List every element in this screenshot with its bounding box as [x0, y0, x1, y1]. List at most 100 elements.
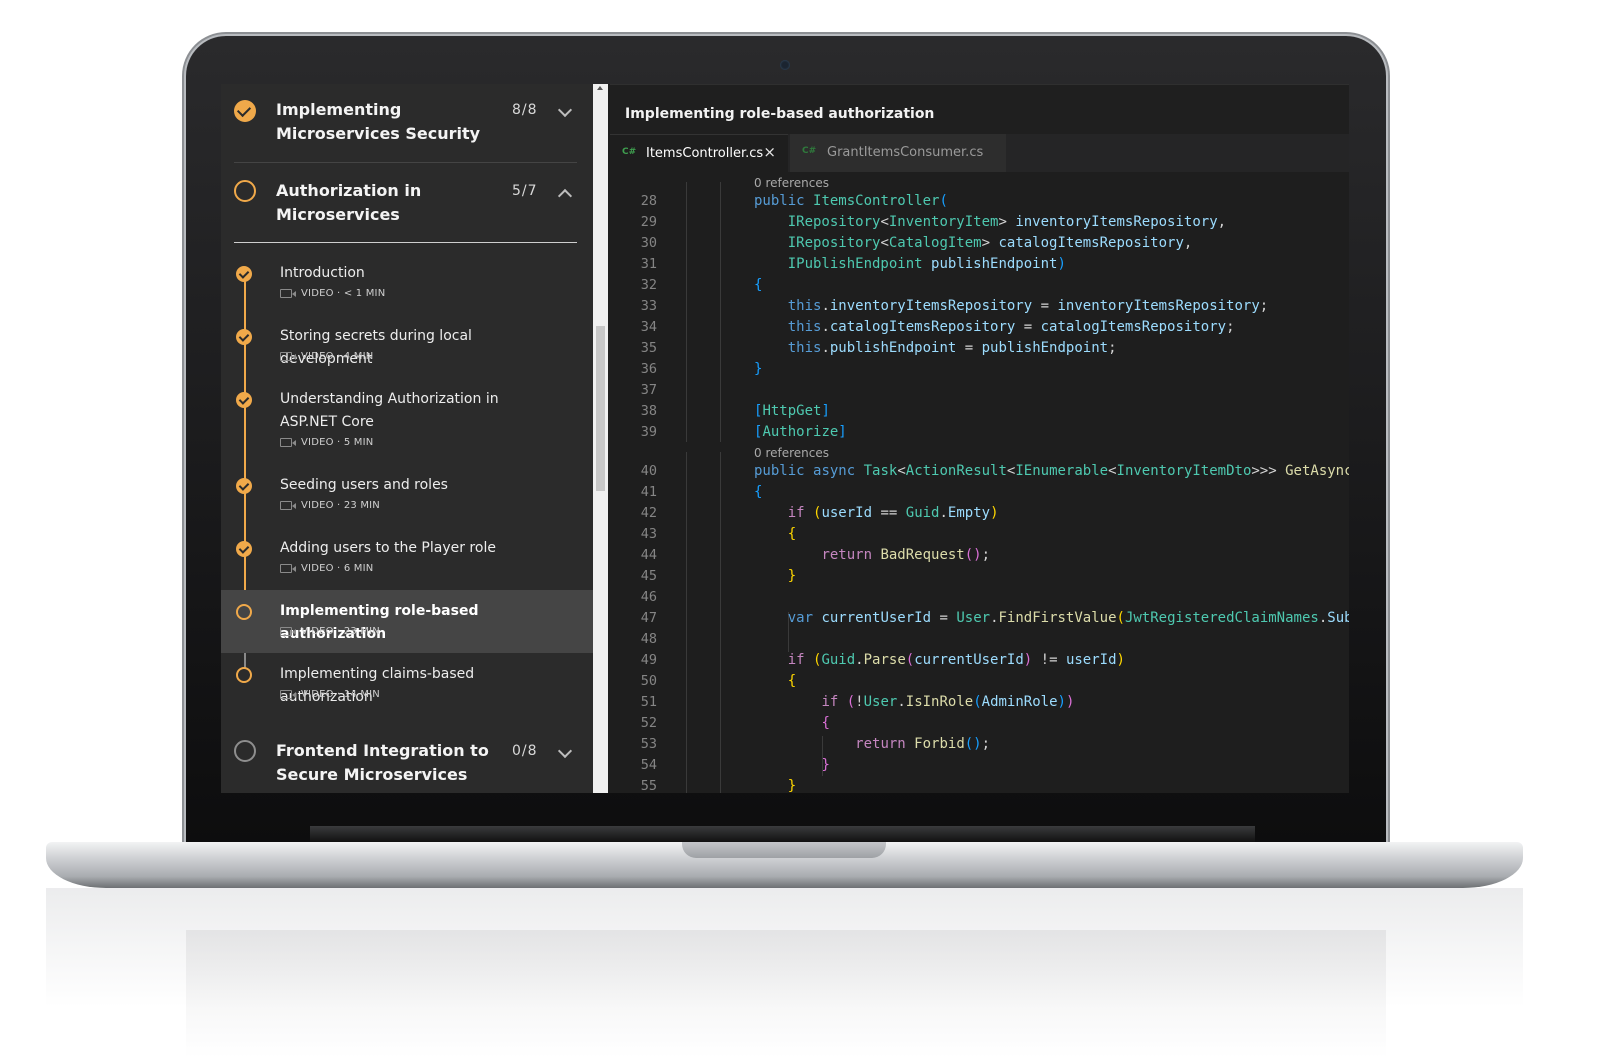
completed-check-icon	[236, 478, 252, 494]
clip-duration: VIDEO · 6 MIN	[301, 563, 374, 574]
clip-title: Seeding users and roles	[280, 477, 448, 493]
code-token: if	[787, 652, 805, 668]
code-token: AdminRole	[981, 694, 1058, 710]
clip-item[interactable]: Implementing claims-based authorization …	[221, 657, 593, 720]
code-token: this	[787, 298, 822, 314]
code-text: {	[754, 482, 762, 503]
scroll-up-arrow-icon[interactable]	[597, 86, 603, 90]
code-text: {	[754, 671, 796, 692]
line-number: 42	[640, 505, 657, 521]
close-icon[interactable]: ×	[763, 143, 776, 161]
video-icon	[280, 689, 296, 699]
code-text: this.publishEndpoint = publishEndpoint;	[754, 338, 1117, 359]
module-frontend-integration[interactable]: Frontend Integration to Secure Microserv…	[234, 739, 577, 793]
code-token: Authorize	[762, 424, 839, 440]
code-line: 39 [Authorize]	[610, 422, 1349, 443]
module-authorization-in-microservices[interactable]: Authorization in Microservices 5/7	[234, 179, 577, 239]
code-token: >	[998, 214, 1007, 230]
clip-meta: VIDEO · 23 MIN	[280, 626, 380, 637]
code-token: )	[1065, 694, 1075, 710]
line-number: 43	[640, 526, 657, 542]
code-token: publishEndpoint	[981, 340, 1109, 356]
clip-item[interactable]: Storing secrets during local development…	[221, 319, 593, 382]
codelens-references[interactable]: 0 references	[754, 174, 829, 192]
chevron-down-icon[interactable]	[557, 102, 573, 118]
tab-grant-items-consumer[interactable]: C# GrantItemsConsumer.cs	[790, 134, 1006, 172]
module-title: Frontend Integration to Secure Microserv…	[276, 741, 489, 784]
video-icon	[280, 437, 296, 447]
editor-header: Implementing role-based authorization	[610, 84, 1349, 135]
code-area[interactable]: 0 references 28 public ItemsController( 2…	[610, 172, 1349, 793]
code-token: (	[905, 652, 915, 668]
clip-meta: VIDEO · 14 MIN	[280, 689, 380, 700]
tab-items-controller[interactable]: C# ItemsController.cs ×	[610, 134, 788, 173]
code-token: catalogItemsRepository	[829, 319, 1016, 335]
code-token: InventoryItemDto	[1116, 463, 1252, 479]
code-text: this.inventoryItemsRepository = inventor…	[754, 296, 1269, 317]
code-token: userId	[1065, 652, 1117, 668]
clip-item[interactable]: Seeding users and roles VIDEO · 23 MIN	[221, 468, 593, 531]
code-token: userId	[821, 505, 873, 521]
clip-title: Storing secrets during local development	[280, 328, 472, 367]
code-line: 55 }	[610, 776, 1349, 793]
code-token: {	[821, 715, 830, 731]
code-token: User	[956, 610, 991, 626]
code-token: ()	[964, 547, 982, 563]
not-started-circle-icon	[234, 740, 256, 762]
code-token: }	[821, 757, 830, 773]
tab-label: GrantItemsConsumer.cs	[827, 145, 984, 160]
video-icon	[280, 626, 296, 636]
code-token: !	[855, 694, 864, 710]
code-line: 40 public async Task<ActionResult<IEnumer…	[610, 461, 1349, 482]
code-token: if	[821, 694, 839, 710]
code-token: .	[855, 652, 864, 668]
clip-item-active[interactable]: Implementing role-based authorization VI…	[221, 590, 593, 653]
code-line: 53 return Forbid();	[610, 734, 1349, 755]
code-text: public ItemsController(	[754, 191, 948, 212]
codelens-references[interactable]: 0 references	[754, 444, 829, 462]
clip-item[interactable]: Introduction VIDEO · < 1 MIN	[221, 256, 593, 319]
module-implementing-microservices-security[interactable]: Implementing Microservices Security 8/8	[234, 98, 577, 160]
code-token: ActionResult	[905, 463, 1007, 479]
code-token: .	[821, 298, 830, 314]
sidebar-scrollbar[interactable]	[593, 84, 608, 793]
line-number: 28	[640, 193, 657, 209]
code-token: ]	[821, 403, 830, 419]
code-token: }	[787, 568, 797, 584]
code-token: Empty	[947, 505, 991, 521]
scroll-thumb[interactable]	[596, 326, 605, 491]
divider	[234, 162, 577, 163]
code-token: <	[897, 463, 906, 479]
divider	[234, 242, 577, 243]
code-text: }	[754, 359, 762, 380]
code-token: IRepository	[787, 214, 881, 230]
laptop-hinge	[310, 826, 1255, 842]
line-number: 54	[640, 757, 657, 773]
chevron-up-icon[interactable]	[557, 188, 573, 204]
code-token: {	[754, 484, 763, 500]
code-token: >>>	[1251, 463, 1277, 479]
clip-heading: Implementing role-based authorization	[625, 106, 935, 122]
code-text: IPublishEndpoint publishEndpoint)	[754, 254, 1066, 275]
code-line: 48	[610, 629, 1349, 650]
code-token: ;	[981, 736, 991, 752]
line-number: 53	[640, 736, 657, 752]
code-token: =	[964, 340, 974, 356]
completed-check-icon	[236, 266, 252, 282]
code-token: Guid	[821, 652, 856, 668]
code-line: 52 {	[610, 713, 1349, 734]
screen: Implementing Microservices Security 8/8 …	[221, 84, 1349, 793]
line-number: 32	[640, 277, 657, 293]
code-token: JwtRegisteredClaimNames	[1124, 610, 1319, 626]
code-line: 36}	[610, 359, 1349, 380]
code-token: .	[821, 319, 830, 335]
line-number: 35	[640, 340, 657, 356]
code-line: 51 if (!User.IsInRole(AdminRole))	[610, 692, 1349, 713]
clip-item[interactable]: Understanding Authorization in ASP.NET C…	[221, 382, 593, 468]
clip-item[interactable]: Adding users to the Player role VIDEO · …	[221, 531, 593, 594]
code-text: {	[754, 524, 796, 545]
code-line: 47 var currentUserId = User.FindFirstVal…	[610, 608, 1349, 629]
clip-meta: VIDEO · 6 MIN	[280, 563, 373, 574]
chevron-down-icon[interactable]	[557, 743, 573, 759]
line-number: 50	[640, 673, 657, 689]
